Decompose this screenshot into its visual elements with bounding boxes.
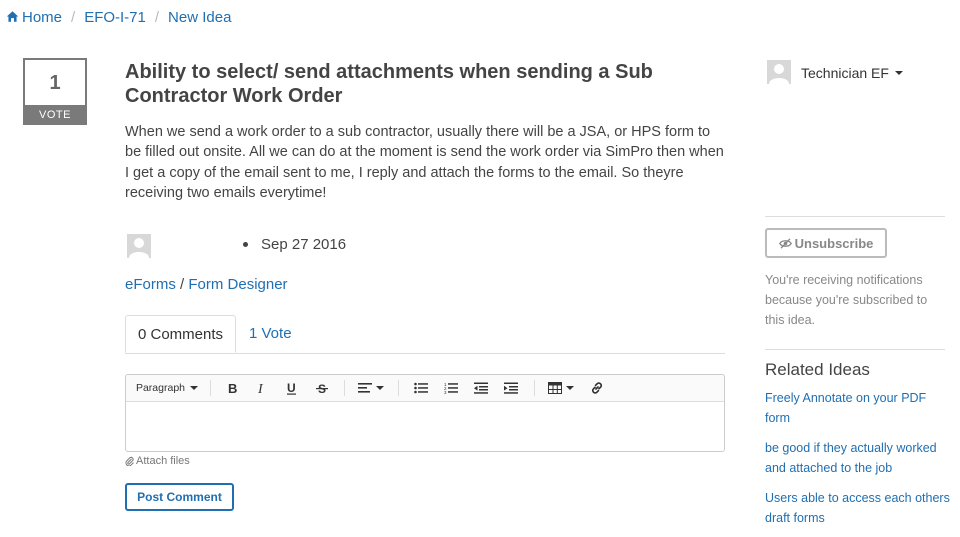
numbered-list-button[interactable]: 123 <box>440 375 462 401</box>
post-comment-button[interactable]: Post Comment <box>125 483 234 511</box>
link-icon <box>592 382 602 394</box>
svg-text:B: B <box>228 381 237 395</box>
category-link[interactable]: eForms <box>125 276 176 293</box>
idea-categories: eForms / Form Designer <box>125 276 288 293</box>
chevron-down-icon <box>190 386 199 390</box>
tab-votes[interactable]: 1 Vote <box>237 315 304 353</box>
italic-icon: I <box>257 382 264 395</box>
comment-text-area[interactable] <box>126 402 724 451</box>
paragraph-format-label: Paragraph <box>135 382 186 394</box>
toolbar-divider <box>534 380 535 396</box>
unsubscribe-button[interactable]: Unsubscribe <box>765 228 887 258</box>
user-name: Technician EF <box>801 65 889 81</box>
user-avatar[interactable] <box>767 60 791 84</box>
sidebar-divider <box>765 216 945 217</box>
idea-date: Sep 27 2016 <box>261 236 347 253</box>
toolbar-divider <box>398 380 399 396</box>
sidebar-divider <box>765 349 945 350</box>
idea-date-row: Sep 27 2016 <box>243 236 346 253</box>
user-silhouette-icon <box>767 60 791 84</box>
indent-button[interactable] <box>500 375 522 401</box>
tab-comments[interactable]: 0 Comments <box>125 315 237 353</box>
chevron-down-icon <box>566 386 574 390</box>
unsubscribe-label: Unsubscribe <box>794 235 874 251</box>
user-silhouette-icon <box>127 234 151 258</box>
svg-text:U: U <box>287 381 296 395</box>
related-idea-link[interactable]: Users able to access each others draft f… <box>765 488 950 528</box>
toolbar-divider <box>210 380 211 396</box>
italic-button[interactable]: I <box>251 375 273 401</box>
vote-count: 1 <box>49 72 61 94</box>
chevron-down-icon <box>376 386 384 390</box>
table-icon <box>548 382 562 394</box>
comment-tabs: 0 Comments 1 Vote <box>125 315 725 354</box>
strikethrough-icon: S <box>316 382 328 395</box>
breadcrumb-project-link[interactable]: EFO-I-71 <box>84 9 146 26</box>
underline-button[interactable]: U <box>281 375 303 401</box>
vote-button[interactable]: 1 VOTE <box>23 58 87 125</box>
bullet-list-icon <box>414 382 428 394</box>
bullet-list-button[interactable] <box>410 375 432 401</box>
align-left-icon <box>358 383 372 393</box>
user-menu[interactable]: Technician EF <box>801 65 903 81</box>
bold-icon: B <box>228 381 237 395</box>
svg-text:3: 3 <box>444 390 447 394</box>
eye-slash-icon <box>778 237 792 249</box>
comment-editor: Paragraph B I U S 123 <box>125 374 725 452</box>
paragraph-format-dropdown[interactable]: Paragraph <box>134 375 200 401</box>
category-separator: / <box>175 276 189 293</box>
related-ideas-heading: Related Ideas <box>765 360 870 379</box>
table-dropdown[interactable] <box>544 375 578 401</box>
author-avatar[interactable] <box>127 234 151 258</box>
vote-label: VOTE <box>23 105 87 125</box>
related-idea-link[interactable]: Freely Annotate on your PDF form <box>765 388 950 428</box>
editor-toolbar: Paragraph B I U S 123 <box>126 375 724 402</box>
attach-files-link[interactable]: Attach files <box>125 455 190 467</box>
numbered-list-icon: 123 <box>444 382 458 394</box>
strikethrough-button[interactable]: S <box>311 375 333 401</box>
paperclip-icon <box>125 456 134 466</box>
breadcrumb: Home / EFO-I-71 / New Idea <box>6 9 231 26</box>
breadcrumb-home-label: Home <box>22 9 63 26</box>
underline-icon: U <box>287 381 296 395</box>
outdent-button[interactable] <box>470 375 492 401</box>
subscription-notice: You're receiving notifications because y… <box>765 273 928 327</box>
breadcrumb-home-link[interactable]: Home <box>6 9 62 26</box>
link-button[interactable] <box>586 375 608 401</box>
chevron-down-icon <box>894 71 903 75</box>
outdent-icon <box>474 382 488 394</box>
align-dropdown[interactable] <box>354 375 388 401</box>
breadcrumb-separator: / <box>71 9 76 26</box>
indent-icon <box>504 382 518 394</box>
idea-description: When we send a work order to a sub contr… <box>125 124 724 201</box>
breadcrumb-separator: / <box>154 9 160 26</box>
bold-button[interactable]: B <box>221 375 243 401</box>
related-idea-link[interactable]: be good if they actually worked and atta… <box>765 438 950 478</box>
attach-files-label: Attach files <box>136 455 190 467</box>
bullet-dot <box>243 242 248 247</box>
home-icon <box>6 11 19 22</box>
svg-text:I: I <box>257 382 264 395</box>
idea-title: Ability to select/ send attachments when… <box>125 61 653 107</box>
toolbar-divider <box>344 380 345 396</box>
subcategory-link[interactable]: Form Designer <box>188 276 287 293</box>
breadcrumb-current-link[interactable]: New Idea <box>168 9 231 26</box>
